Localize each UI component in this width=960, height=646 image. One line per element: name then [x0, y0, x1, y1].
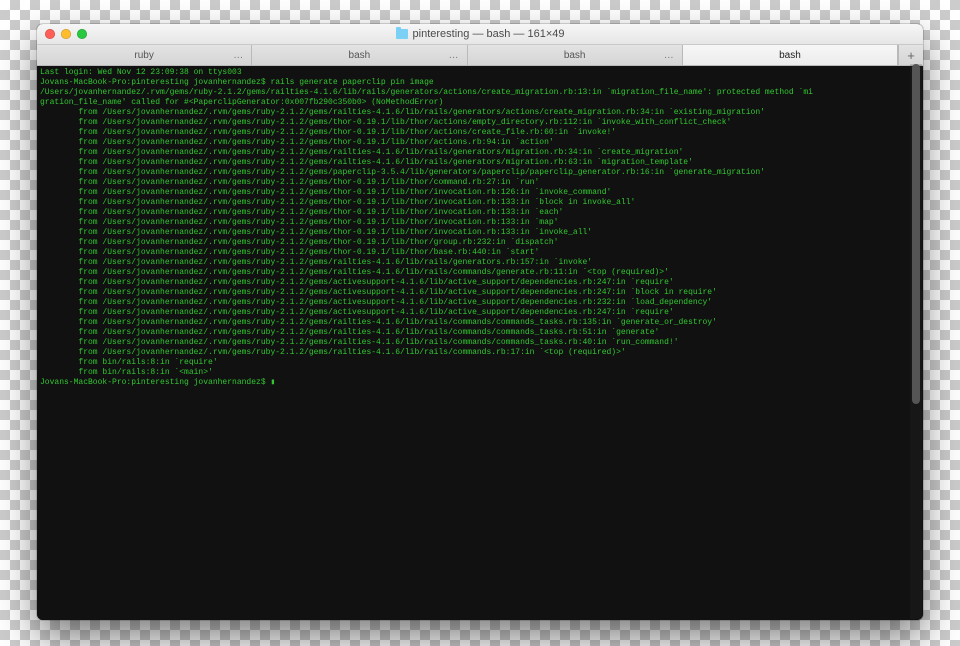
minimize-icon[interactable]: [61, 29, 71, 39]
plus-icon: +: [907, 48, 915, 63]
terminal-viewport[interactable]: Last login: Wed Nov 12 23:09:38 on ttys0…: [37, 66, 923, 620]
terminal-window: pinteresting — bash — 161×49 ruby … bash…: [37, 24, 923, 620]
scrollbar-track[interactable]: [910, 64, 922, 619]
zoom-icon[interactable]: [77, 29, 87, 39]
tab-ruby[interactable]: ruby …: [37, 45, 252, 65]
tab-label: bash: [349, 50, 371, 61]
tab-label: ruby: [134, 50, 153, 61]
terminal-output[interactable]: Last login: Wed Nov 12 23:09:38 on ttys0…: [40, 68, 920, 388]
tab-overflow-icon: …: [233, 50, 243, 61]
tab-label: bash: [564, 50, 586, 61]
tab-bash-1[interactable]: bash …: [252, 45, 467, 65]
window-title-text: pinteresting — bash — 161×49: [413, 28, 565, 40]
traffic-lights: [37, 29, 87, 39]
tab-bash-2[interactable]: bash …: [468, 45, 683, 65]
add-tab-button[interactable]: +: [898, 45, 923, 65]
tab-overflow-icon: …: [449, 50, 459, 61]
window-titlebar[interactable]: pinteresting — bash — 161×49: [37, 24, 923, 45]
close-icon[interactable]: [45, 29, 55, 39]
tab-bar: ruby … bash … bash … bash +: [37, 45, 923, 66]
window-title: pinteresting — bash — 161×49: [37, 28, 923, 40]
tab-overflow-icon: …: [664, 50, 674, 61]
folder-icon: [396, 29, 408, 39]
scrollbar-thumb[interactable]: [912, 64, 920, 404]
tab-label: bash: [779, 50, 801, 61]
tab-bash-active[interactable]: bash: [683, 45, 898, 65]
